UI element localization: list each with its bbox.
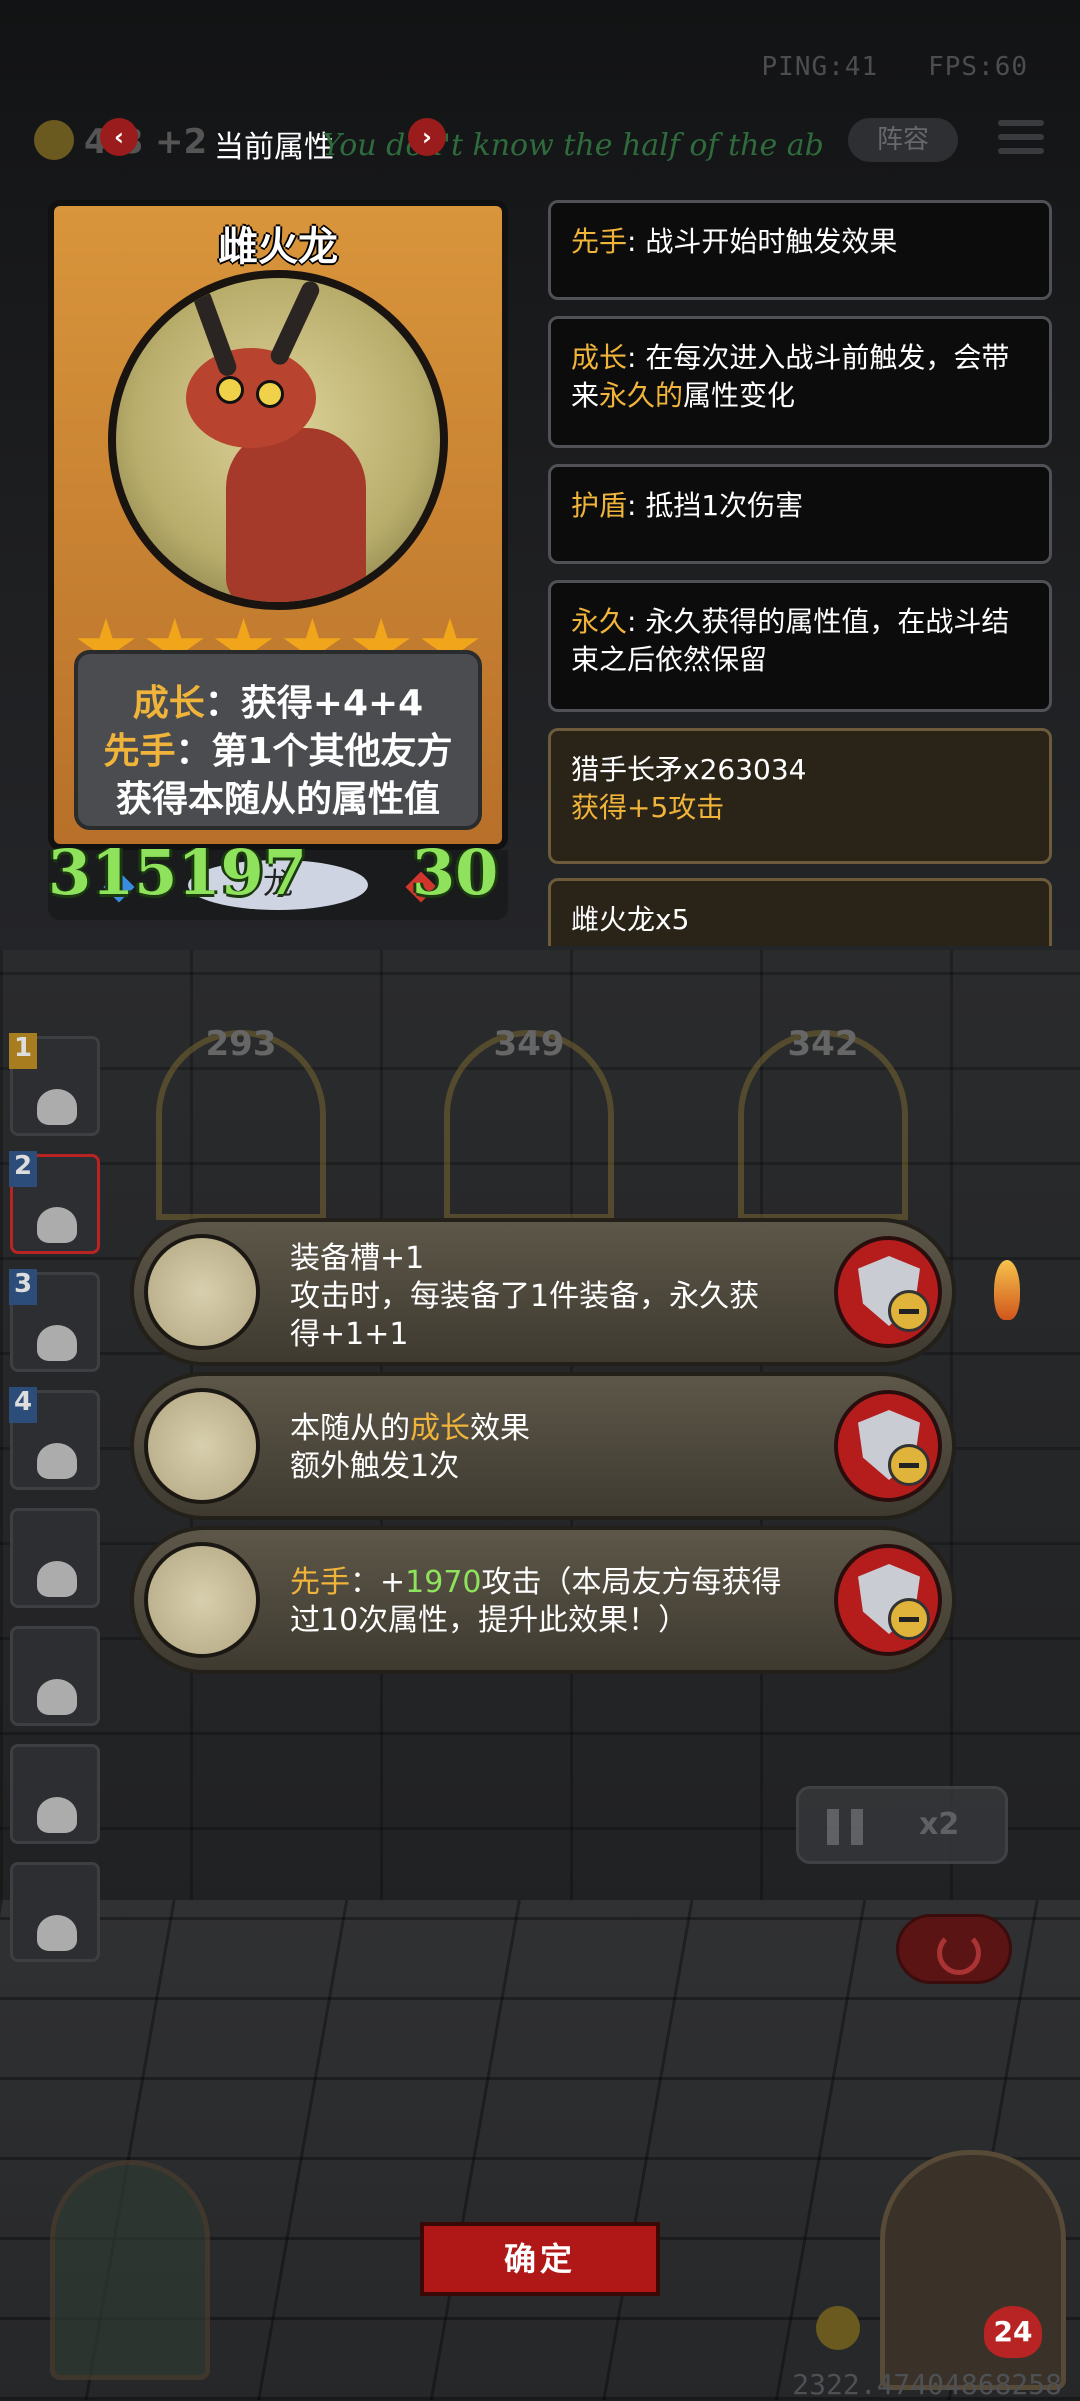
info-growth: 成长: 在每次进入战斗前触发，会带来永久的属性变化 [548, 316, 1052, 448]
skull-icon [37, 1325, 77, 1361]
equipment-description: 装备槽+1 攻击时，每装备了1件装备，永久获 得+1+1 [290, 1241, 760, 1352]
slot-number: 1 [9, 1033, 37, 1069]
team-slot[interactable] [10, 1626, 100, 1726]
team-slot[interactable] [10, 1744, 100, 1844]
minus-icon [888, 1444, 930, 1486]
team-slot[interactable] [10, 1508, 100, 1608]
hero-health: 24 [984, 2306, 1042, 2358]
chevron-left-icon: ‹ [114, 123, 124, 151]
chevron-right-icon: › [422, 123, 432, 151]
battle-speed-control[interactable]: x2 [796, 1786, 1008, 1864]
info-permanent: 永久: 永久获得的属性值，在战斗结束之后依然保留 [548, 580, 1052, 712]
info-shield: 护盾: 抵挡1次伤害 [548, 464, 1052, 564]
pocket-watch-gauntlet-icon [144, 1388, 260, 1504]
skull-icon [37, 1089, 77, 1125]
unequip-button[interactable] [834, 1544, 942, 1656]
equipment-row[interactable]: 先手：+1970攻击（本局友方每获得 过10次属性，提升此效果！） [130, 1526, 956, 1674]
equipment-row[interactable]: 本随从的成长效果 额外触发1次 [130, 1372, 956, 1520]
hero-portrait[interactable] [880, 2150, 1066, 2390]
gold-icon [816, 2306, 860, 2350]
info-hunter-spear: 猎手长矛x263034 获得+5攻击 [548, 728, 1052, 864]
team-slot[interactable]: 1 [9, 1033, 100, 1136]
skull-icon [37, 1443, 77, 1479]
enemy-slot-value: 349 [493, 1024, 565, 1064]
enemy-slot-value: 342 [787, 1024, 859, 1064]
skull-icon [37, 1561, 77, 1597]
top-hud: 4 8 +2 ‹ 当前属性 You don't know the half of… [0, 110, 1080, 170]
horseshoe-icon [144, 1234, 260, 1350]
left-hero-portrait [50, 2160, 210, 2380]
menu-icon[interactable] [998, 120, 1044, 160]
confirm-button[interactable]: 确定 [420, 2222, 660, 2296]
enemy-slot-value: 293 [205, 1024, 277, 1064]
dragon-head [186, 348, 316, 448]
dragon-horn [267, 278, 323, 368]
slot-number: 4 [9, 1387, 37, 1423]
minus-icon [888, 1290, 930, 1332]
minion-card: 雌火龙 成长：获得+4+4 先手：第1个其他友方 获得本随从的属性值 龙 31519… [48, 200, 508, 920]
bottom-number: 2322.47404868258 [792, 2368, 1062, 2401]
minus-icon [888, 1598, 930, 1640]
skull-icon [37, 1679, 77, 1715]
info-item-title: 猎手长矛x263034 [571, 753, 807, 786]
card-description-line: 先手：第1个其他友方 [103, 731, 453, 772]
team-slot[interactable]: 2 [9, 1151, 100, 1254]
panel-title: 当前属性 [214, 130, 334, 165]
power-icon[interactable] [896, 1914, 1012, 1984]
coin-icon [34, 120, 74, 160]
equipment-row[interactable]: 装备槽+1 攻击时，每装备了1件装备，永久获 得+1+1 [130, 1218, 956, 1366]
formation-button[interactable]: 阵容 [848, 118, 958, 162]
info-item-sub: 获得+5攻击 [571, 791, 725, 824]
equipment-description: 先手：+1970攻击（本局友方每获得 过10次属性，提升此效果！） [290, 1565, 782, 1638]
card-name: 雌火龙 [218, 224, 338, 270]
slot-number: 2 [9, 1151, 37, 1187]
health-value: 30 [412, 836, 499, 909]
speed-toggle[interactable]: x2 [919, 1807, 959, 1842]
spear-icon [144, 1542, 260, 1658]
skull-icon [37, 1915, 77, 1951]
keyword-info-list[interactable]: 先手: 战斗开始时触发效果 成长: 在每次进入战斗前触发，会带来永久的属性变化 … [548, 200, 1052, 946]
attack-value: 315197 [48, 836, 307, 909]
skull-icon [37, 1207, 77, 1243]
info-item-title: 雌火龙x5 [571, 903, 690, 936]
card-description-line: 成长：获得+4+4 [132, 683, 424, 724]
equipment-description: 本随从的成长效果 额外触发1次 [290, 1411, 530, 1484]
card-description: 成长：获得+4+4 先手：第1个其他友方 获得本随从的属性值 [74, 650, 482, 830]
prev-button[interactable]: ‹ [100, 118, 138, 156]
team-slot[interactable]: 4 [9, 1387, 100, 1490]
info-dragon-count: 雌火龙x5 [548, 878, 1052, 946]
dragon-eye [216, 376, 244, 404]
next-button[interactable]: › [408, 118, 446, 156]
scrolling-message: You don't know the half of the ab [322, 128, 824, 163]
performance-readout: PING:41 FPS:60 [761, 52, 1028, 82]
unequip-button[interactable] [834, 1236, 942, 1348]
dragon-portrait [108, 270, 448, 610]
skull-icon [37, 1797, 77, 1833]
dragon-eye [256, 380, 284, 408]
team-slot[interactable]: 3 [9, 1269, 100, 1372]
pause-icon[interactable] [827, 1809, 839, 1845]
card-description-line: 获得本随从的属性值 [115, 779, 440, 820]
torch-icon [994, 1260, 1020, 1320]
slot-number: 3 [9, 1269, 37, 1305]
info-first-strike: 先手: 战斗开始时触发效果 [548, 200, 1052, 300]
team-slot[interactable] [10, 1862, 100, 1962]
dragon-body [226, 428, 366, 602]
unequip-button[interactable] [834, 1390, 942, 1502]
